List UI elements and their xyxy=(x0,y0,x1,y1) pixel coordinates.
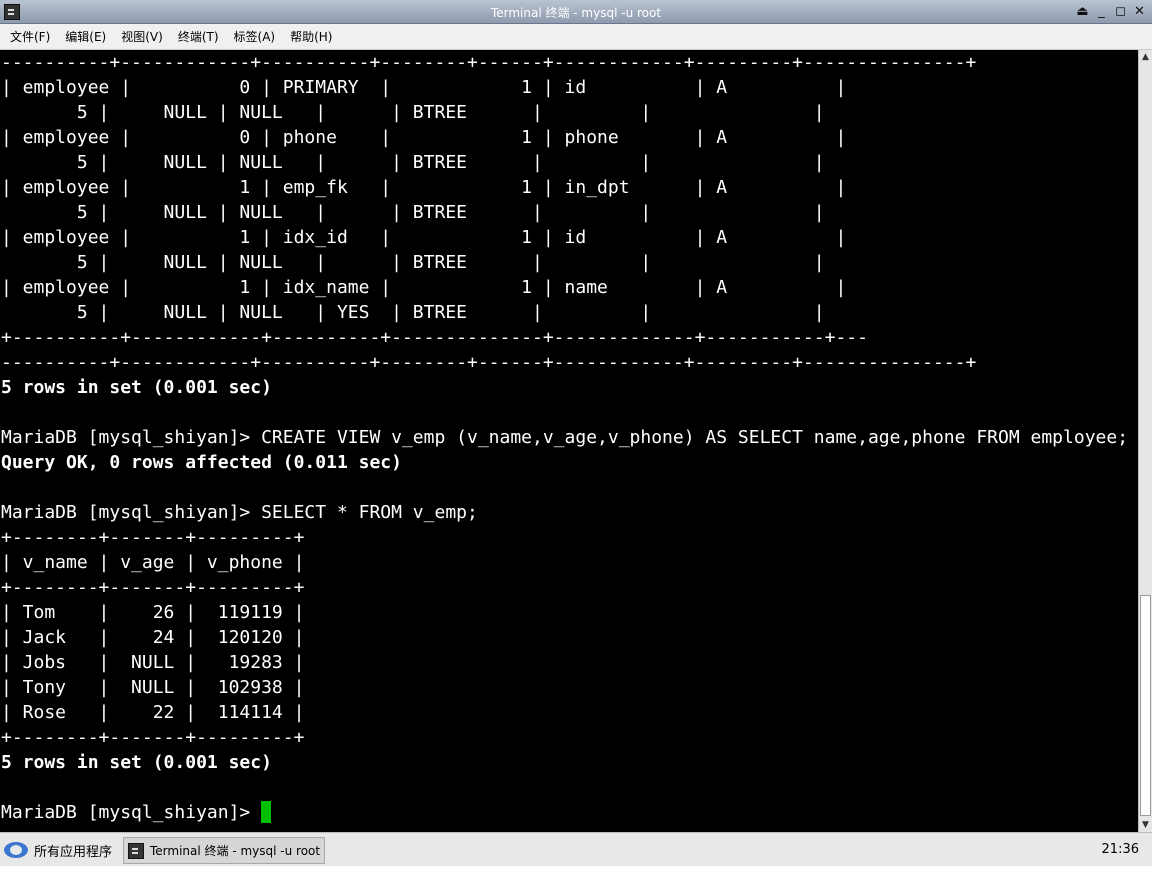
terminal-line-text: ----------+------------+----------+-----… xyxy=(1,52,977,73)
text-cursor xyxy=(261,801,272,823)
scroll-up-icon[interactable]: ▲ xyxy=(1139,50,1152,64)
terminal-output[interactable]: ----------+------------+----------+-----… xyxy=(0,50,1138,832)
terminal-line: 5 | NULL | NULL | | BTREE | | | xyxy=(1,250,1128,275)
terminal-line: | employee | 1 | idx_name | 1 | name | A… xyxy=(1,275,1128,300)
terminal-line-text: 5 | NULL | NULL | | BTREE | | | xyxy=(1,202,825,223)
prompt-line: MariaDB [mysql_shiyan]> xyxy=(1,800,1128,825)
scroll-thumb[interactable] xyxy=(1140,595,1151,816)
terminal-line-text: 5 | NULL | NULL | | BTREE | | | xyxy=(1,252,825,273)
title-bar: Terminal 终端 - mysql -u root ⏏ _ ◻ ✕ xyxy=(0,0,1152,24)
clock: 21:36 xyxy=(1101,842,1139,857)
terminal-line: +--------+-------+---------+ xyxy=(1,725,1128,750)
terminal-line-text: | Rose | 22 | 114114 | xyxy=(1,702,305,723)
start-menu-button[interactable]: 所有应用程序 xyxy=(4,839,112,861)
terminal-line: | Jack | 24 | 120120 | xyxy=(1,625,1128,650)
terminal-line-text: | Tony | NULL | 102938 | xyxy=(1,677,305,698)
menu-bar: 文件(F) 编辑(E) 视图(V) 终端(T) 标签(A) 帮助(H) xyxy=(0,24,1152,50)
menu-file[interactable]: 文件(F) xyxy=(5,28,55,45)
menu-tabs[interactable]: 标签(A) xyxy=(229,28,281,45)
terminal-line-text: +--------+-------+---------+ xyxy=(1,577,305,598)
terminal-line: | Jobs | NULL | 19283 | xyxy=(1,650,1128,675)
taskbar-item-label: Terminal 终端 - mysql -u root xyxy=(150,844,321,858)
terminal-line: | Tony | NULL | 102938 | xyxy=(1,675,1128,700)
terminal-line-text: | Jobs | NULL | 19283 | xyxy=(1,652,305,673)
terminal-line-text: | employee | 1 | emp_fk | 1 | in_dpt | A… xyxy=(1,177,847,198)
vertical-scrollbar[interactable]: ▲ ▼ xyxy=(1138,50,1152,832)
terminal-line-text: ----------+------------+----------+-----… xyxy=(1,352,977,373)
terminal-line: 5 | NULL | NULL | | BTREE | | | xyxy=(1,100,1128,125)
terminal-line: | Tom | 26 | 119119 | xyxy=(1,600,1128,625)
terminal-line: 5 | NULL | NULL | | BTREE | | | xyxy=(1,150,1128,175)
terminal-line-text: 5 | NULL | NULL | | BTREE | | | xyxy=(1,152,825,173)
close-button[interactable]: ✕ xyxy=(1131,3,1148,20)
terminal-line-text: 5 rows in set (0.001 sec) xyxy=(1,377,272,398)
terminal-line: 5 | NULL | NULL | | BTREE | | | xyxy=(1,200,1128,225)
terminal-lines: ----------+------------+----------+-----… xyxy=(1,50,1128,825)
terminal-line-text: Query OK, 0 rows affected (0.011 sec) xyxy=(1,452,402,473)
menu-edit[interactable]: 编辑(E) xyxy=(60,28,111,45)
menu-terminal[interactable]: 终端(T) xyxy=(173,28,224,45)
terminal-line: | employee | 0 | phone | 1 | phone | A | xyxy=(1,125,1128,150)
terminal-line-text: | Jack | 24 | 120120 | xyxy=(1,627,305,648)
terminal-line: +----------+------------+----------+----… xyxy=(1,325,1128,350)
terminal-line-text: | employee | 0 | PRIMARY | 1 | id | A | xyxy=(1,77,847,98)
terminal-line: 5 | NULL | NULL | YES | BTREE | | | xyxy=(1,300,1128,325)
terminal-line-text: 5 | NULL | NULL | | BTREE | | | xyxy=(1,102,825,123)
terminal-line-text: | employee | 0 | phone | 1 | phone | A | xyxy=(1,127,847,148)
terminal-line: Query OK, 0 rows affected (0.011 sec) xyxy=(1,450,1128,475)
menu-view[interactable]: 视图(V) xyxy=(116,28,168,45)
terminal-line: 5 rows in set (0.001 sec) xyxy=(1,375,1128,400)
minimize-button[interactable]: _ xyxy=(1093,3,1110,20)
terminal-line-text: +----------+------------+----------+----… xyxy=(1,327,868,348)
terminal-line-text: +--------+-------+---------+ xyxy=(1,527,305,548)
taskbar-item-terminal[interactable]: Terminal 终端 - mysql -u root xyxy=(123,837,325,864)
terminal-line-text: | employee | 1 | idx_id | 1 | id | A | xyxy=(1,227,847,248)
terminal-icon xyxy=(128,842,144,859)
terminal-line: | employee | 1 | idx_id | 1 | id | A | xyxy=(1,225,1128,250)
maximize-button[interactable]: ◻ xyxy=(1112,3,1129,20)
desktop-edge xyxy=(0,866,1152,896)
terminal-line: | Rose | 22 | 114114 | xyxy=(1,700,1128,725)
terminal-line-text: +--------+-------+---------+ xyxy=(1,727,305,748)
terminal-line-text: | Tom | 26 | 119119 | xyxy=(1,602,305,623)
terminal-line-text: MariaDB [mysql_shiyan]> CREATE VIEW v_em… xyxy=(1,427,1129,448)
terminal-line-text: 5 | NULL | NULL | YES | BTREE | | | xyxy=(1,302,825,323)
window-controls: ⏏ _ ◻ ✕ xyxy=(1074,3,1148,20)
start-menu-label: 所有应用程序 xyxy=(34,844,113,860)
terminal-line: +--------+-------+---------+ xyxy=(1,575,1128,600)
terminal-line: ----------+------------+----------+-----… xyxy=(1,50,1128,75)
scroll-down-icon[interactable]: ▼ xyxy=(1139,818,1152,832)
terminal-line: +--------+-------+---------+ xyxy=(1,525,1128,550)
terminal-line-text: | v_name | v_age | v_phone | xyxy=(1,552,305,573)
taskbar: 所有应用程序 Terminal 终端 - mysql -u root 21:36 xyxy=(0,832,1152,866)
terminal-line-text: | employee | 1 | idx_name | 1 | name | A… xyxy=(1,277,847,298)
terminal-line-text: MariaDB [mysql_shiyan]> SELECT * FROM v_… xyxy=(1,502,478,523)
terminal-line: MariaDB [mysql_shiyan]> CREATE VIEW v_em… xyxy=(1,425,1128,450)
window-title: Terminal 终端 - mysql -u root xyxy=(490,6,662,20)
terminal-line-text: MariaDB [mysql_shiyan]> xyxy=(1,802,262,823)
terminal-line: 5 rows in set (0.001 sec) xyxy=(1,750,1128,775)
terminal-line: | v_name | v_age | v_phone | xyxy=(1,550,1128,575)
terminal-line: MariaDB [mysql_shiyan]> SELECT * FROM v_… xyxy=(1,500,1128,525)
terminal-line-text: 5 rows in set (0.001 sec) xyxy=(1,752,272,773)
app-menu-icon xyxy=(4,842,28,858)
terminal-line: | employee | 0 | PRIMARY | 1 | id | A | xyxy=(1,75,1128,100)
eject-icon[interactable]: ⏏ xyxy=(1074,3,1091,20)
terminal-line: ----------+------------+----------+-----… xyxy=(1,350,1128,375)
menu-help[interactable]: 帮助(H) xyxy=(285,28,337,45)
terminal-line: | employee | 1 | emp_fk | 1 | in_dpt | A… xyxy=(1,175,1128,200)
